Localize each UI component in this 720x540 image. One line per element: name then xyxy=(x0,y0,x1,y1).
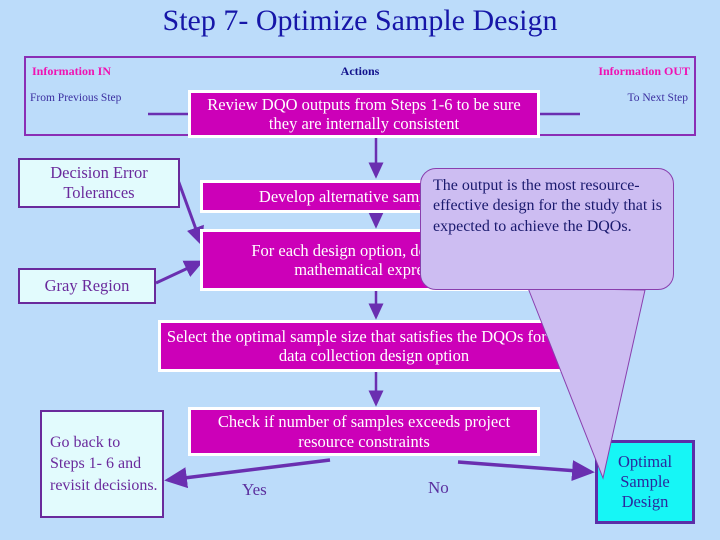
action-box-select-optimal-sample-size[interactable]: Select the optimal sample size that sati… xyxy=(158,320,590,372)
page-title: Step 7- Optimize Sample Design xyxy=(162,4,558,37)
output-box-optimal-sample-design[interactable]: Optimal Sample Design xyxy=(595,440,695,524)
callout-bubble: The output is the most resource-effectiv… xyxy=(420,168,674,290)
header-information-out-label: Information OUT xyxy=(598,64,690,78)
from-previous-step-label: From Previous Step xyxy=(30,92,122,104)
flow-label-no: No xyxy=(428,478,449,497)
input-box-go-back-to-steps[interactable]: Go back to Steps 1- 6 and revisit decisi… xyxy=(40,410,164,518)
action-box-check-resource-constraints[interactable]: Check if number of samples exceeds proje… xyxy=(188,407,540,456)
slide-canvas: Step 7- Optimize Sample Design Informati… xyxy=(0,0,720,540)
input-box-gray-region[interactable]: Gray Region xyxy=(18,268,156,304)
action-box-review[interactable]: Review DQO outputs from Steps 1-6 to be … xyxy=(188,90,540,138)
to-next-step-label: To Next Step xyxy=(627,92,688,104)
input-box-decision-error-tolerances[interactable]: Decision Error Tolerances xyxy=(18,158,180,208)
flow-label-yes: Yes xyxy=(242,480,267,499)
